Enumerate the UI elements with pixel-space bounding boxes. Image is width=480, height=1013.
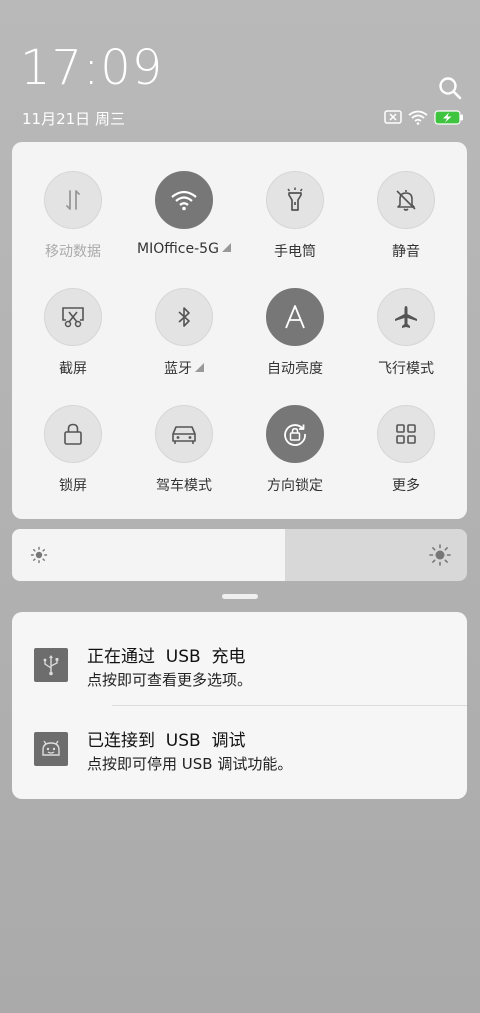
tile-label: 截屏 (59, 361, 87, 377)
notification-text: 点按即可停用 USB 调试功能。 (87, 755, 293, 773)
mobile-data-icon (44, 171, 102, 229)
bluetooth-label: 蓝牙 (164, 361, 192, 377)
screenshot-icon (44, 288, 102, 346)
notification-title: 已连接到 USB 调试 (87, 731, 246, 751)
status-icons (384, 109, 464, 125)
tile-bluetooth[interactable]: 蓝牙 (129, 288, 239, 388)
notification-usb-debugging[interactable]: 已连接到 USB 调试 点按即可停用 USB 调试功能。 (12, 696, 467, 786)
date[interactable]: 11月21日 周三 (22, 108, 125, 129)
search-icon[interactable] (437, 75, 465, 103)
notification-panel: 正在通过 USB 充电 点按即可查看更多选项。 已连接到 USB 调试 点按即可… (12, 612, 467, 799)
brightness-low-icon (30, 546, 48, 568)
tile-label: 蓝牙 (129, 358, 239, 378)
status-header: 17:09 11月21日 周三 (0, 0, 480, 140)
notification-title: 正在通过 USB 充电 (87, 647, 246, 667)
lock-icon (44, 405, 102, 463)
usb-icon (34, 648, 68, 682)
tile-label: 方向锁定 (267, 478, 323, 494)
tile-label: 手电筒 (274, 244, 316, 260)
expand-triangle-icon (221, 243, 231, 252)
tile-label: 飞行模式 (378, 361, 434, 377)
brightness-high-icon (429, 544, 451, 570)
tile-auto-brightness[interactable]: 自动亮度 (240, 288, 350, 388)
expand-triangle-icon (195, 363, 204, 372)
battery-charging-icon (434, 109, 464, 125)
brightness-slider-fill (12, 529, 285, 581)
tile-wifi[interactable]: MIOffice-5G (129, 171, 239, 271)
tile-label: 静音 (392, 244, 420, 260)
flashlight-icon (266, 171, 324, 229)
wifi-network-name: MIOffice-5G (137, 241, 219, 257)
wifi-icon (408, 110, 428, 125)
tile-label: MIOffice-5G (129, 241, 239, 257)
bell-off-icon (377, 171, 435, 229)
tile-screenshot[interactable]: 截屏 (18, 288, 128, 388)
airplane-icon (377, 288, 435, 346)
tile-label: 更多 (392, 478, 420, 494)
tile-label: 锁屏 (59, 478, 87, 494)
quick-settings-panel: 移动数据 MIOffice-5G 手电筒 静音 截屏 蓝牙 自动亮度 飞行模式 … (12, 142, 467, 519)
auto-brightness-icon (266, 288, 324, 346)
no-sim-icon (384, 110, 402, 124)
tile-label: 自动亮度 (267, 361, 323, 377)
clock[interactable]: 17:09 (20, 44, 163, 92)
car-icon (155, 405, 213, 463)
drag-handle[interactable] (222, 594, 258, 599)
notification-text: 点按即可查看更多选项。 (87, 671, 253, 689)
tile-mobile-data[interactable]: 移动数据 (18, 171, 128, 271)
tile-label: 驾车模式 (156, 478, 212, 494)
tile-more[interactable]: 更多 (351, 405, 461, 505)
tile-flashlight[interactable]: 手电筒 (240, 171, 350, 271)
bluetooth-icon (155, 288, 213, 346)
tile-label: 移动数据 (45, 244, 101, 260)
notification-usb-charging[interactable]: 正在通过 USB 充电 点按即可查看更多选项。 (12, 612, 467, 706)
android-debug-icon (34, 732, 68, 766)
rotation-lock-icon (266, 405, 324, 463)
wifi-icon (155, 171, 213, 229)
tile-lock-screen[interactable]: 锁屏 (18, 405, 128, 505)
tile-airplane-mode[interactable]: 飞行模式 (351, 288, 461, 388)
tile-rotation-lock[interactable]: 方向锁定 (240, 405, 350, 505)
tile-driving-mode[interactable]: 驾车模式 (129, 405, 239, 505)
tile-silent[interactable]: 静音 (351, 171, 461, 271)
brightness-slider[interactable] (12, 529, 467, 581)
grid-icon (377, 405, 435, 463)
